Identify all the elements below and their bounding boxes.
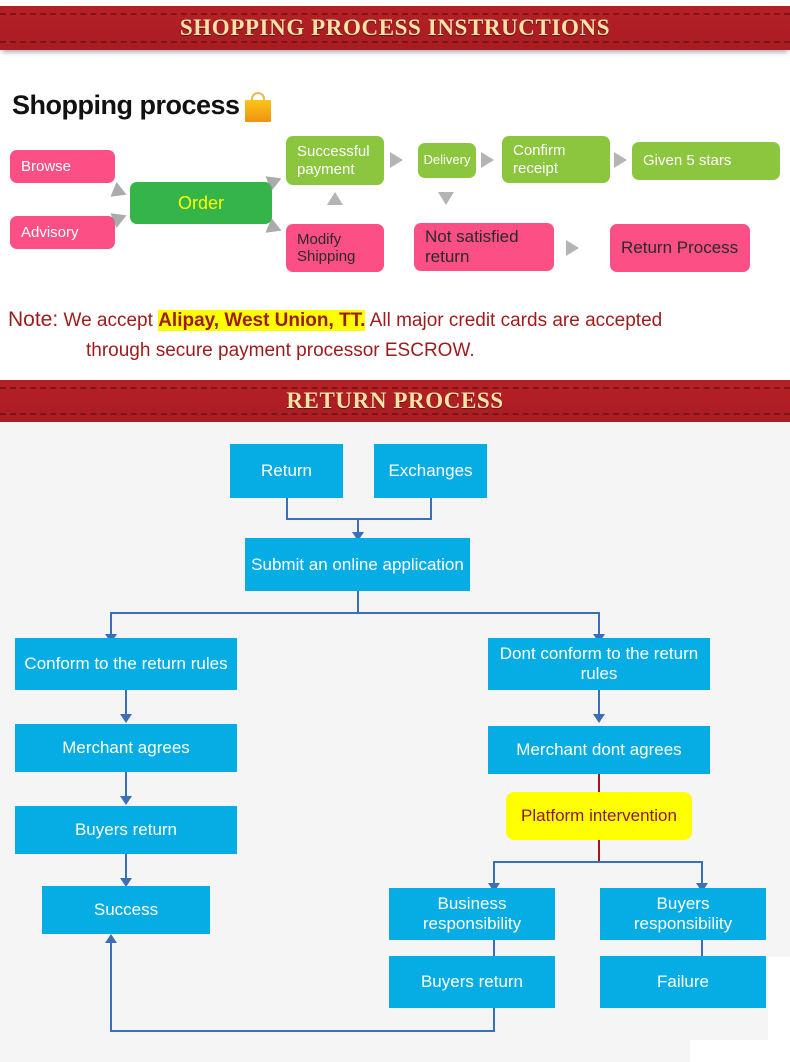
connector-platform-down (598, 840, 600, 862)
shopping-process-heading-label: Shopping process (12, 90, 240, 120)
arrow-tip-merchant-dont (593, 714, 605, 723)
arrow-tip-loop-success (105, 934, 117, 943)
arrow-confirm-to-stars (614, 152, 627, 168)
flow-node-conform-rules[interactable]: Conform to the return rules (15, 638, 237, 690)
connector-return-down (286, 498, 288, 519)
shopping-process-banner-title: SHOPPING PROCESS INSTRUCTIONS (179, 15, 611, 40)
note-line1-pre: We accept (63, 310, 159, 331)
corner-mask-bottom (690, 1040, 790, 1062)
arrow-tip-merchant-agrees (120, 714, 132, 723)
return-process-banner: RETURN PROCESS (0, 380, 790, 422)
flow-node-successful-payment[interactable]: Successful payment (286, 136, 384, 185)
connector-merge-h (286, 518, 432, 520)
shopping-process-banner: SHOPPING PROCESS INSTRUCTIONS (0, 6, 790, 50)
shopping-process-flowchart: Browse Advisory Order Successful payment… (0, 130, 790, 290)
connector-merchant-dont-to-platform (598, 774, 600, 792)
note-label: Note: (8, 308, 59, 331)
note-line2: through secure payment processor ESCROW. (86, 340, 475, 362)
flow-node-given-5-stars[interactable]: Given 5 stars (632, 142, 780, 180)
flow-node-delivery[interactable]: Delivery (418, 143, 476, 178)
flow-node-modify-shipping[interactable]: Modify Shipping (286, 224, 384, 272)
flow-node-success[interactable]: Success (42, 886, 210, 934)
return-process-flowchart: Return Exchanges Submit an online applic… (0, 422, 790, 1062)
flow-node-platform-intervention[interactable]: Platform intervention (506, 792, 692, 840)
connector-buyers-return-right-down (493, 1008, 495, 1032)
flow-node-advisory[interactable]: Advisory (10, 216, 115, 249)
connector-platform-split-h (493, 861, 703, 863)
flow-node-buyers-return-right[interactable]: Buyers return (389, 956, 555, 1008)
connector-submit-down (357, 591, 359, 613)
flow-node-return-process[interactable]: Return Process (610, 224, 750, 272)
payment-note: Note: We accept Alipay, West Union, TT. … (8, 305, 790, 365)
arrow-payment-to-delivery (390, 152, 403, 168)
flow-node-not-satisfied-return[interactable]: Not satisfied return (414, 223, 554, 271)
arrow-modify-shipping-to-payment (327, 192, 343, 205)
flow-node-return[interactable]: Return (230, 444, 343, 498)
arrow-delivery-to-not-satisfied (438, 192, 454, 205)
flow-node-buyers-return-left[interactable]: Buyers return (15, 806, 237, 854)
note-line1-post: All major credit cards are accepted (365, 310, 663, 331)
arrow-not-satisfied-to-return-process (566, 240, 579, 256)
connector-loop-back (110, 1030, 495, 1032)
flow-node-buyers-responsibility[interactable]: Buyers responsibility (600, 888, 766, 940)
note-highlight-payments: Alipay, West Union, TT. (158, 310, 366, 331)
connector-loop-up (110, 942, 112, 1032)
return-process-banner-title: RETURN PROCESS (286, 388, 504, 413)
flow-node-browse[interactable]: Browse (10, 150, 115, 183)
shopping-process-heading: Shopping process (12, 90, 271, 122)
shopping-bag-icon (244, 92, 271, 122)
connector-business-down (493, 940, 495, 956)
arrow-delivery-to-confirm (481, 152, 494, 168)
connector-buyers-resp-down (701, 940, 703, 956)
flow-node-merchant-agrees[interactable]: Merchant agrees (15, 724, 237, 772)
flow-node-submit-application[interactable]: Submit an online application (245, 538, 470, 591)
flow-node-business-responsibility[interactable]: Business responsibility (389, 888, 555, 940)
arrow-browse-to-order (110, 181, 130, 203)
arrow-tip-buyers-return-left (120, 796, 132, 805)
flow-node-exchanges[interactable]: Exchanges (374, 444, 487, 498)
connector-split-h (110, 612, 600, 614)
flow-node-failure[interactable]: Failure (600, 956, 766, 1008)
flow-node-confirm-receipt[interactable]: Confirm receipt (502, 136, 610, 183)
flow-node-dont-conform-rules[interactable]: Dont conform to the return rules (488, 638, 710, 690)
flow-node-merchant-dont-agrees[interactable]: Merchant dont agrees (488, 726, 710, 774)
connector-exchanges-down (430, 498, 432, 519)
flow-node-order[interactable]: Order (130, 182, 272, 224)
